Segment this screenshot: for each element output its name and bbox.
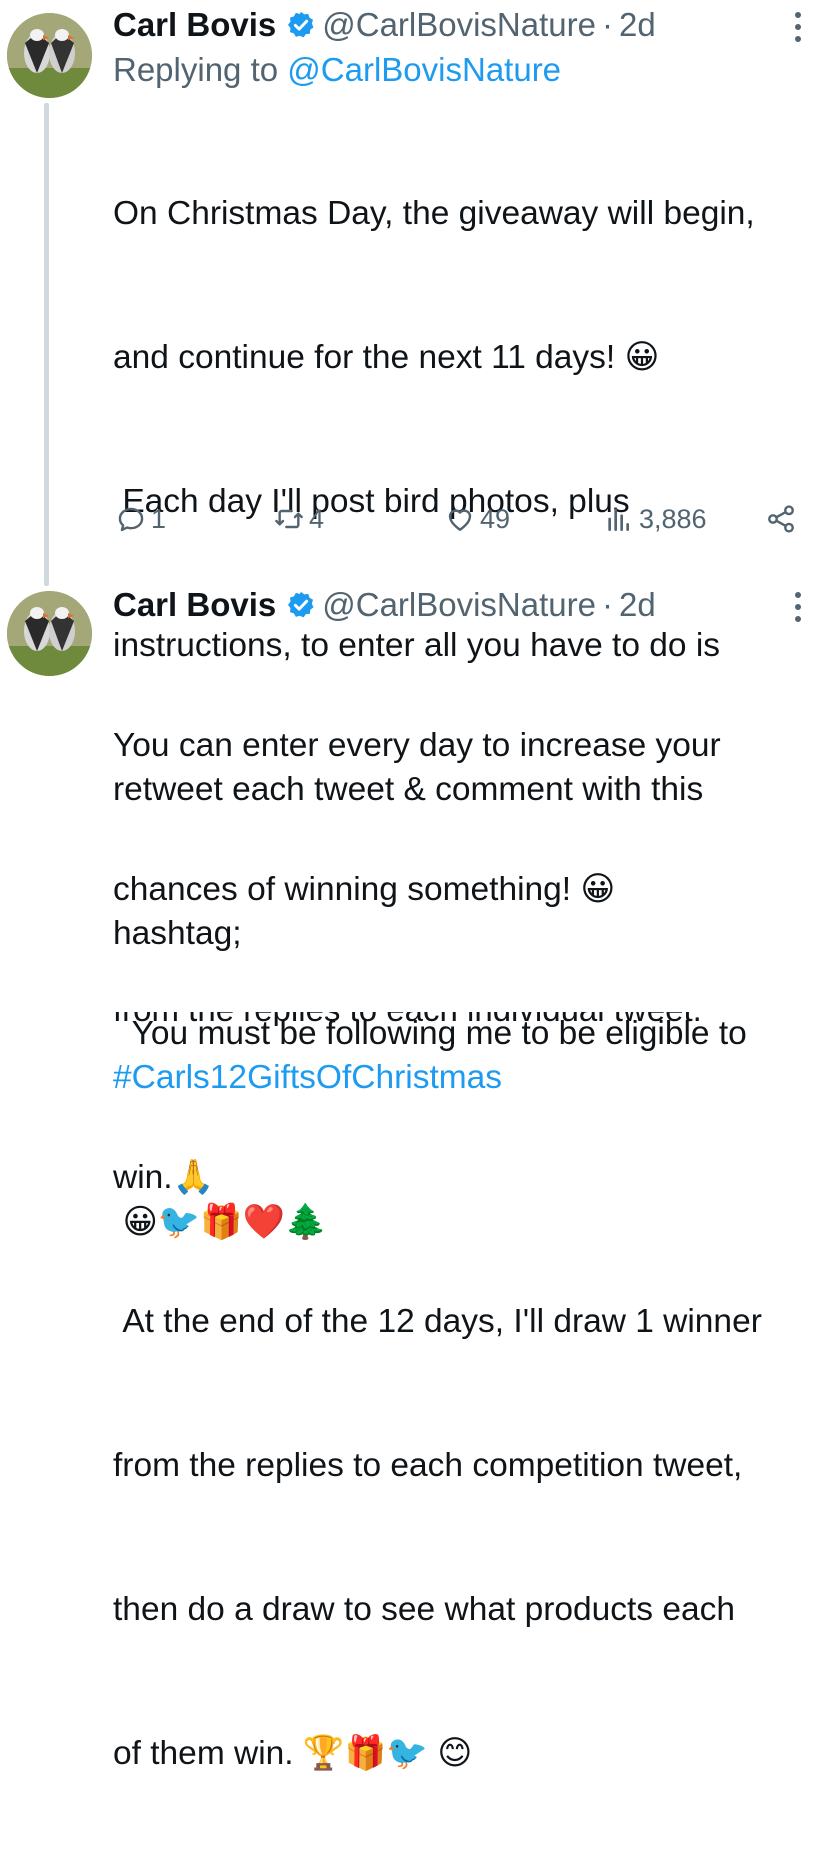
share-icon [768,505,794,533]
verified-badge-icon [286,10,316,40]
author-handle[interactable]: @CarlBovisNature [322,586,596,624]
tweet-text-line: You can enter every day to increase your [113,727,721,764]
tweet-actions: 1 4 49 3,886 [113,503,803,553]
tweet[interactable]: Carl Bovis @CarlBovisNature · 2d You can… [113,584,807,1874]
reply-icon [118,507,144,532]
tweet-text-line: and continue for the next 11 days! 😀 [113,339,660,376]
tweet-text-line: chances of winning something! 😀 [113,871,616,908]
replying-label: Replying to [113,51,279,88]
more-icon[interactable] [795,12,803,48]
author-name[interactable]: Carl Bovis [113,586,276,624]
tweet-text-line: At the end of the 12 days, I'll draw 1 w… [113,1303,762,1340]
tweet-header: Carl Bovis @CarlBovisNature · 2d [113,4,807,46]
share-button[interactable] [765,503,801,535]
avatar[interactable] [7,13,92,98]
separator: · [601,586,613,623]
more-icon[interactable] [795,592,803,628]
tweet-text-line: from the replies to each competition twe… [113,1447,743,1484]
retweet-icon [275,509,303,529]
separator: · [601,6,613,43]
views-icon [608,508,629,531]
timestamp[interactable]: 2d [619,586,656,624]
thread-connector-line [44,103,49,586]
like-count: 49 [480,503,511,534]
tweet-header: Carl Bovis @CarlBovisNature · 2d [113,584,807,626]
verified-badge-icon [286,590,316,620]
replying-to: Replying to @CarlBovisNature [113,46,807,94]
tweet-text-line: On Christmas Day, the giveaway will begi… [113,195,755,232]
tweet-text: You can enter every day to increase your… [113,626,807,1874]
author-handle[interactable]: @CarlBovisNature [322,6,596,44]
tweet-text-line: then do a draw to see what products each [113,1591,736,1628]
replying-handle-link[interactable]: @CarlBovisNature [287,51,561,88]
like-icon [448,509,472,531]
reply-button[interactable]: 1 [115,503,166,535]
timestamp[interactable]: 2d [619,6,656,44]
tweet-text-line: of them win. 🏆🎁🐦 😊 [113,1735,473,1772]
views-button[interactable]: 3,886 [603,503,707,535]
avatar[interactable] [7,591,92,676]
retweet-count: 4 [309,503,325,534]
author-name[interactable]: Carl Bovis [113,6,276,44]
retweet-button[interactable]: 4 [273,503,324,535]
like-button[interactable]: 49 [444,503,510,535]
reply-count: 1 [151,503,167,534]
views-count: 3,886 [639,503,707,534]
tweet-text-line: win.🙏 [113,1159,215,1196]
